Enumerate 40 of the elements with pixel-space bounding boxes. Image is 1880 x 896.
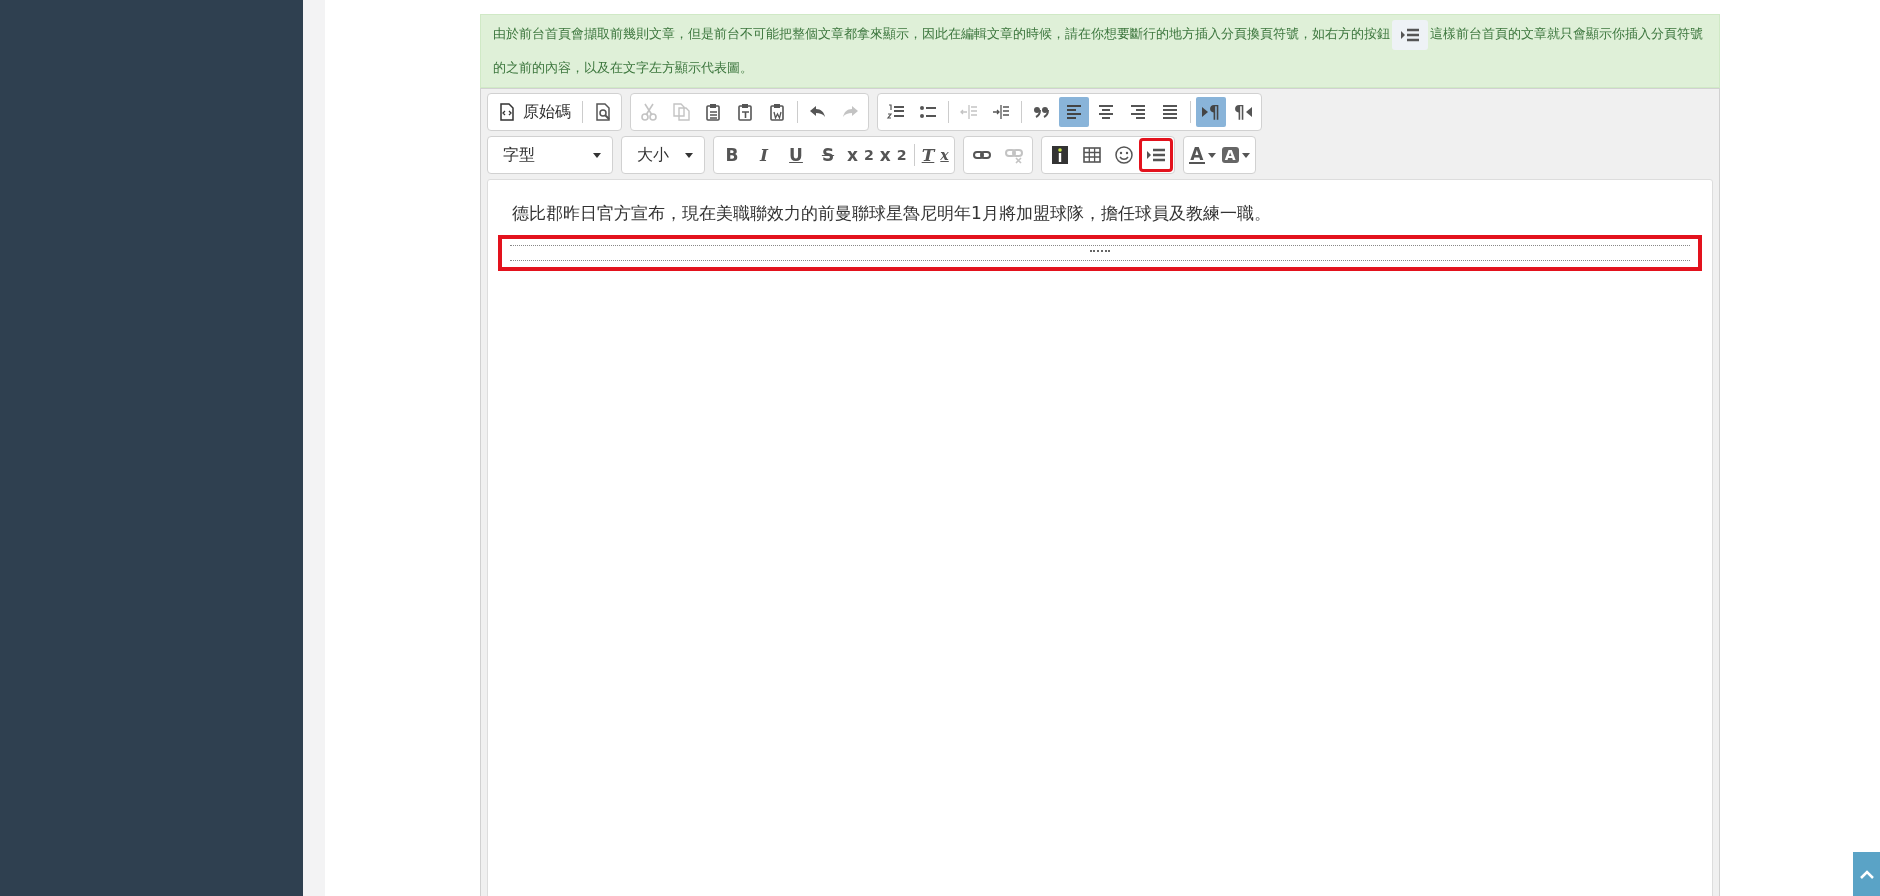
source-icon	[497, 102, 517, 122]
source-button[interactable]: 原始碼	[491, 97, 577, 127]
align-center-icon	[1096, 102, 1116, 122]
paste-icon	[703, 102, 723, 122]
caret-icon	[685, 152, 693, 158]
chevron-up-icon	[1859, 869, 1874, 879]
toolbar-button[interactable]	[1140, 140, 1171, 170]
indent-icon	[991, 102, 1011, 122]
align-right-icon	[1128, 102, 1148, 122]
triangle-icon	[1202, 107, 1209, 117]
format-button[interactable]: I	[749, 140, 779, 170]
info-icon	[1049, 145, 1070, 165]
color-button[interactable]: A	[1186, 140, 1218, 170]
caret-icon	[1207, 152, 1216, 158]
color-button[interactable]: A	[1219, 140, 1252, 170]
table-icon	[1081, 145, 1102, 165]
copy-icon	[671, 102, 691, 122]
paste-text-icon	[735, 102, 755, 122]
paste-word-icon	[767, 102, 787, 122]
scroll-top-button[interactable]	[1853, 852, 1880, 896]
preview-icon	[593, 102, 613, 122]
dropdown[interactable]: 字型	[491, 140, 609, 170]
direction-button[interactable]: ¶	[1228, 97, 1258, 127]
format-button[interactable]: S	[813, 140, 843, 170]
outdent-icon	[959, 102, 979, 122]
format-button[interactable]: U	[781, 140, 811, 170]
paragraph: 德比郡昨日官方宣布，現在美職聯效力的前曼聯球星魯尼明年1月將加盟球隊，擔任球員及教練一職。	[512, 202, 1272, 225]
direction-button[interactable]: ¶	[1196, 97, 1226, 127]
caret-icon	[593, 152, 601, 158]
caret-icon	[1241, 152, 1250, 158]
triangle-icon	[1245, 107, 1252, 117]
dropdown[interactable]: 大小	[625, 140, 701, 170]
justify-icon	[1160, 102, 1180, 122]
cut-icon	[639, 102, 659, 122]
align-left-icon	[1064, 102, 1084, 122]
notice-text: 由於前台首頁會擷取前幾則文章，但是前台不可能把整個文章都拿來顯示，因此在編輯文章的時候，請在你想要斷行的地方插入分頁換頁符號，如右方的按鈕 這樣前台首頁的文章就只會顯示你插入分頁符號的之前的內容，以及在文字左方顯示代表圖。	[480, 14, 1720, 88]
numbered-list-icon	[886, 102, 906, 122]
editing-area[interactable]: 德比郡昨日官方宣布，現在美職聯效力的前曼聯球星魯尼明年1月將加盟球隊，擔任球員及教練一職。	[487, 179, 1713, 896]
smiley-icon	[1113, 145, 1134, 165]
format-button[interactable]: B	[717, 140, 747, 170]
